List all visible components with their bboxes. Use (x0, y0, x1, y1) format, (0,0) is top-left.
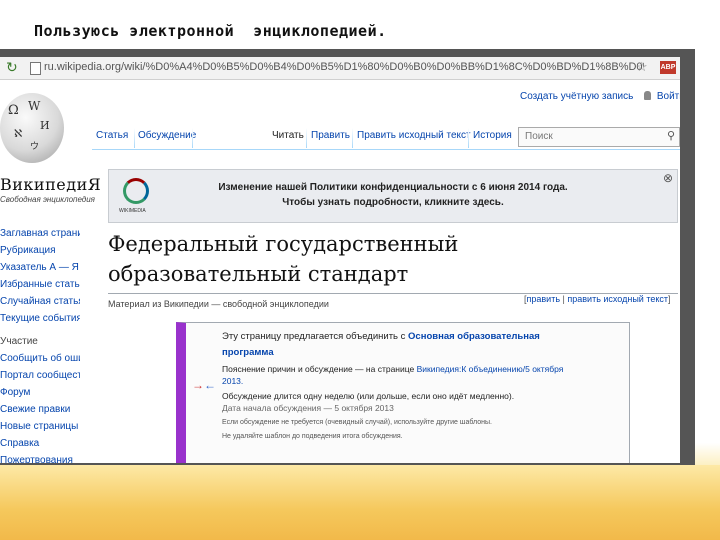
merge-reasons: Пояснение причин и обсуждение — на стран… (222, 364, 563, 374)
merge-notice-box: Эту страницу предлагается объединить с О… (176, 322, 630, 463)
slide-background-glow (0, 465, 720, 540)
bracket-close: ] (668, 294, 671, 304)
search-input[interactable]: Поиск ⚲ (518, 127, 680, 147)
browser-screenshot: ↻ ru.wikipedia.org/wiki/%D0%A4%D0%B5%D0%… (0, 57, 680, 463)
create-account-link[interactable]: Создать учётную запись (520, 91, 633, 102)
merge-note-2: Не удаляйте шаблон до подведения итога о… (222, 433, 403, 440)
sidebar-item-current-events[interactable]: Текущие события (0, 310, 80, 327)
merge-target-link[interactable]: Основная образовательная (408, 331, 540, 342)
personal-tools: Создать учётную запись Войти (520, 91, 680, 102)
tab-article[interactable]: Статья (96, 130, 128, 141)
close-icon[interactable]: ⊗ (663, 171, 673, 185)
page-icon (30, 62, 41, 75)
sidebar-item-main-page[interactable]: Заглавная страница (0, 225, 80, 242)
wikipedia-tagline: Свободная энциклопедия (0, 195, 95, 204)
merge-target-link-2[interactable]: программа (222, 347, 274, 358)
edit-source-link[interactable]: править исходный текст (567, 294, 668, 304)
wikimedia-logo-label: WIKIMEDIA (119, 208, 146, 214)
merge-date: Дата начала обсуждения — 5 октября 2013 (222, 403, 394, 413)
wikipedia-wordmark[interactable]: ВикипедиЯ (0, 175, 101, 194)
sidebar-item-participation: Участие (0, 336, 38, 347)
notice-line-1[interactable]: Изменение нашей Политики конфиденциально… (109, 182, 677, 193)
tab-talk[interactable]: Обсуждение (138, 130, 196, 141)
page-title: Федеральный государственный образователь… (108, 232, 459, 286)
wikipedia-globe-logo[interactable]: Ω W И ℵ ウ (0, 93, 64, 163)
search-icon[interactable]: ⚲ (667, 129, 675, 142)
tab-separator (306, 128, 307, 148)
tabs-divider (92, 149, 680, 150)
merge-reasons-year[interactable]: 2013. (222, 376, 243, 386)
sidebar-item-help[interactable]: Справка (0, 435, 80, 452)
sidebar-item-index[interactable]: Указатель А — Я (0, 259, 80, 276)
tab-history[interactable]: История (473, 130, 512, 141)
search-placeholder: Поиск (525, 131, 553, 142)
sidebar-item-categories[interactable]: Рубрикация (0, 242, 80, 259)
tab-edit-source[interactable]: Править исходный текст (357, 130, 471, 141)
page-subtitle: Материал из Википедии — свободной энцикл… (108, 299, 329, 309)
bookmark-star-icon[interactable]: ☆ (636, 59, 648, 75)
tab-separator (134, 128, 135, 148)
login-link[interactable]: Войти (657, 91, 680, 102)
sidebar-item-report-error[interactable]: Сообщить об ошибке (0, 350, 80, 367)
tab-separator (468, 128, 469, 148)
tab-separator (192, 128, 193, 148)
tab-read[interactable]: Читать (272, 130, 304, 141)
merge-lead: Эту страницу предлагается объединить с О… (222, 331, 540, 342)
sidebar-item-random[interactable]: Случайная статья (0, 293, 80, 310)
tab-separator (352, 128, 353, 148)
merge-reasons-text: Пояснение причин и обсуждение — на стран… (222, 364, 415, 374)
merge-duration: Обсуждение длится одну неделю (или дольш… (222, 391, 515, 401)
edit-link[interactable]: править (527, 294, 561, 304)
sidebar-item-recent-changes[interactable]: Свежие правки (0, 401, 80, 418)
merge-note-1: Если обсуждение не требуется (очевидный … (222, 419, 492, 426)
sidebar-item-new-pages[interactable]: Новые страницы (0, 418, 80, 435)
sidebar-item-featured[interactable]: Избранные статьи (0, 276, 80, 293)
notice-line-2[interactable]: Чтобы узнать подробности, кликните здесь… (109, 197, 677, 208)
privacy-notice-banner[interactable]: WIKIMEDIA Изменение нашей Политики конфи… (108, 169, 678, 223)
section-edit-links: [править | править исходный текст] (524, 294, 671, 304)
address-bar: ↻ ru.wikipedia.org/wiki/%D0%A4%D0%B5%D0%… (0, 57, 680, 80)
sidebar-item-forum[interactable]: Форум (0, 384, 80, 401)
sidebar-item-donate[interactable]: Пожертвования (0, 452, 80, 463)
merge-arrows-icon: →← (192, 378, 216, 392)
sidebar-item-community-portal[interactable]: Портал сообщества (0, 367, 80, 384)
extension-icon[interactable]: ABP (660, 61, 676, 74)
sidebar-nav: Заглавная страница Рубрикация Указатель … (0, 225, 80, 463)
slide-title: Пользуюсь электронной энциклопедией. (34, 22, 387, 40)
user-icon (644, 91, 652, 100)
merge-discussion-link[interactable]: Википедия:К объединению/5 октября (417, 364, 564, 374)
merge-lead-text: Эту страницу предлагается объединить с (222, 331, 406, 342)
tab-edit[interactable]: Править (311, 130, 350, 141)
url-field[interactable]: ru.wikipedia.org/wiki/%D0%A4%D0%B5%D0%B4… (44, 61, 644, 73)
reload-icon[interactable]: ↻ (6, 59, 18, 76)
